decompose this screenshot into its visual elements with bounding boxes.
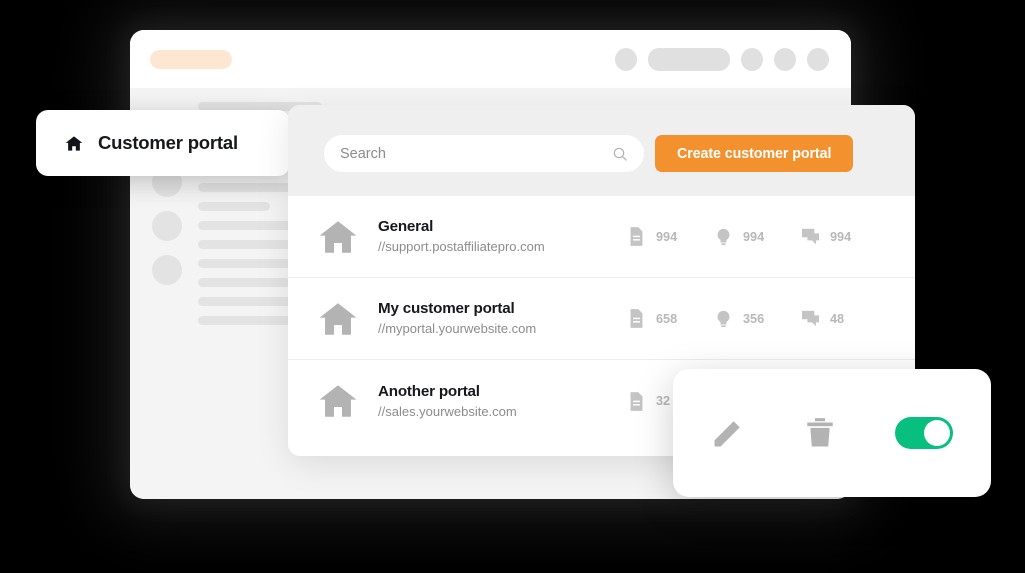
status-toggle[interactable]: [895, 417, 953, 449]
list-toolbar: Create customer portal: [288, 105, 915, 196]
row-url: //support.postaffiliatepro.com: [378, 239, 545, 255]
home-icon: [65, 135, 83, 151]
home-icon: [319, 302, 357, 335]
stat-documents: 658: [628, 309, 715, 328]
circle-icon[interactable]: [774, 48, 796, 71]
browser-toolbar-icons: [615, 48, 829, 71]
circle-icon[interactable]: [615, 48, 637, 71]
table-row[interactable]: My customer portal //myportal.yourwebsit…: [288, 278, 915, 360]
stat-value: 994: [830, 229, 852, 244]
stat-ideas: 994: [715, 227, 802, 246]
stat-value: 356: [743, 311, 765, 326]
skeleton-line: [198, 202, 270, 211]
row-action-panel: [673, 369, 991, 497]
circle-icon[interactable]: [741, 48, 763, 71]
browser-chrome: [130, 30, 851, 88]
pencil-icon[interactable]: [711, 416, 745, 450]
page-title: Customer portal: [98, 132, 238, 153]
stat-documents: 994: [628, 227, 715, 246]
skeleton-avatar: [152, 211, 182, 241]
row-stats: 658 356 48: [628, 309, 889, 328]
chat-icon: [802, 228, 819, 245]
customer-portal-header-card: Customer portal: [36, 110, 290, 176]
search-box[interactable]: [324, 135, 644, 172]
stat-value: 994: [743, 229, 765, 244]
stat-comments: 48: [802, 309, 889, 328]
table-row[interactable]: General //support.postaffiliatepro.com 9…: [288, 196, 915, 278]
lightbulb-icon: [717, 310, 730, 327]
chat-icon: [802, 310, 819, 327]
trash-icon[interactable]: [803, 416, 837, 450]
home-icon: [319, 220, 357, 253]
toggle-knob: [924, 420, 950, 446]
stat-value: 48: [830, 311, 845, 326]
home-icon: [319, 385, 357, 417]
lightbulb-icon: [717, 228, 730, 245]
screenshot-stage: Customer portal Create customer portal G…: [0, 0, 1025, 573]
create-customer-portal-button[interactable]: Create customer portal: [655, 135, 854, 172]
stat-value: 658: [656, 311, 678, 326]
url-bar-placeholder[interactable]: [150, 50, 232, 69]
row-text: My customer portal //myportal.yourwebsit…: [378, 299, 628, 337]
document-icon: [630, 391, 643, 411]
search-input[interactable]: [340, 145, 612, 162]
stat-comments: 994: [802, 227, 889, 246]
row-url: //myportal.yourwebsite.com: [378, 321, 537, 337]
row-text: Another portal //sales.yourwebsite.com: [378, 382, 628, 420]
document-icon: [630, 309, 643, 328]
document-icon: [630, 227, 643, 246]
row-title: Another portal: [378, 382, 480, 400]
address-pill[interactable]: [648, 48, 730, 71]
search-icon[interactable]: [612, 146, 628, 162]
row-title: My customer portal: [378, 300, 515, 318]
row-url: //sales.yourwebsite.com: [378, 403, 517, 419]
stat-ideas: 356: [715, 309, 802, 328]
stat-value: 32: [656, 394, 671, 408]
row-stats: 994 994 994: [628, 227, 889, 246]
row-text: General //support.postaffiliatepro.com: [378, 217, 628, 255]
row-title: General: [378, 218, 434, 236]
stat-value: 994: [656, 229, 678, 244]
skeleton-avatar: [152, 255, 182, 285]
skeleton-line: [198, 278, 290, 287]
circle-icon[interactable]: [807, 48, 829, 71]
